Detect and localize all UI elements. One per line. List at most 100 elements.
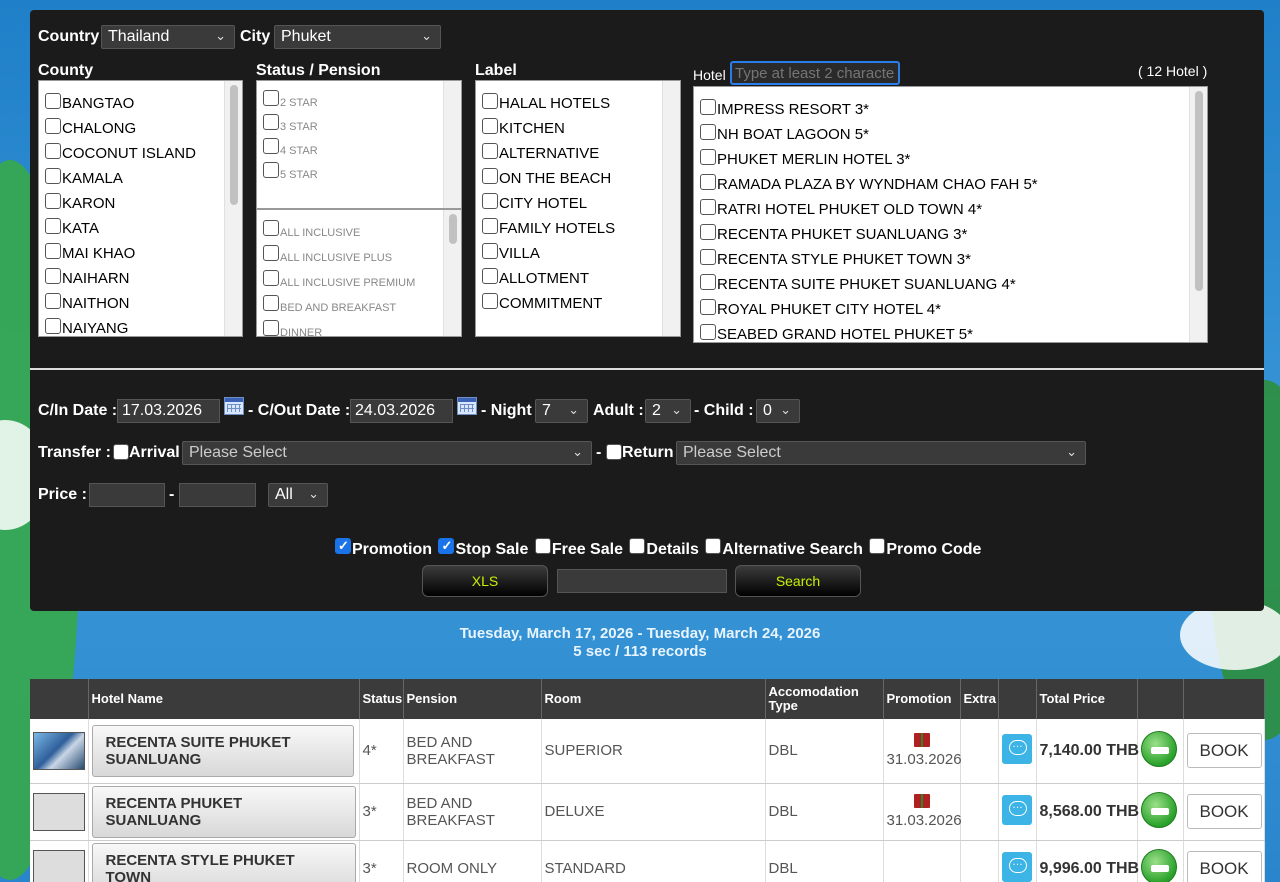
scrollbar[interactable] — [662, 81, 680, 336]
checkbox[interactable] — [263, 220, 279, 236]
list-item[interactable]: 4 STAR — [257, 133, 461, 157]
list-item[interactable]: BANGTAO — [39, 87, 242, 112]
checkbox[interactable] — [45, 243, 61, 259]
list-item[interactable]: SEABED GRAND HOTEL PHUKET 5* — [694, 318, 1207, 342]
checkbox[interactable] — [45, 168, 61, 184]
return-checkbox[interactable] — [606, 444, 622, 460]
checkbox[interactable] — [45, 293, 61, 309]
adult-select[interactable]: 2 ⌄ — [645, 399, 691, 423]
details-checkbox[interactable] — [629, 538, 646, 554]
book-button[interactable]: BOOK — [1186, 851, 1262, 882]
list-item[interactable]: BED AND BREAKFAST — [257, 289, 461, 314]
checkbox[interactable] — [263, 138, 279, 154]
alternative-search-checkbox[interactable] — [705, 538, 722, 554]
checkbox[interactable] — [263, 245, 279, 261]
child-select[interactable]: 0 ⌄ — [756, 399, 800, 423]
list-item[interactable]: RECENTA SUITE PHUKET SUANLUANG 4* — [694, 268, 1207, 293]
checkbox[interactable] — [45, 218, 61, 234]
list-item[interactable]: HALAL HOTELS — [476, 87, 680, 112]
checkbox[interactable] — [45, 318, 61, 334]
list-item[interactable]: 3 STAR — [257, 109, 461, 133]
checkbox[interactable] — [482, 168, 498, 184]
night-select[interactable]: 7 ⌄ — [535, 399, 588, 423]
list-item[interactable]: NAIYANG — [39, 312, 242, 336]
checkbox[interactable] — [45, 268, 61, 284]
list-item[interactable]: ALL INCLUSIVE — [257, 214, 461, 239]
scrollbar-thumb[interactable] — [1195, 91, 1203, 291]
checkout-date-input[interactable]: 24.03.2026 — [350, 399, 453, 423]
price-max-input[interactable] — [179, 483, 256, 507]
list-item[interactable]: NH BOAT LAGOON 5* — [694, 118, 1207, 143]
list-item[interactable]: KARON — [39, 187, 242, 212]
checkbox[interactable] — [482, 293, 498, 309]
list-item[interactable]: RECENTA PHUKET SUANLUANG 3* — [694, 218, 1207, 243]
country-select[interactable]: Thailand ⌄ — [101, 25, 235, 49]
search-button[interactable]: Search — [735, 565, 861, 597]
checkbox[interactable] — [482, 93, 498, 109]
list-item[interactable]: FAMILY HOTELS — [476, 212, 680, 237]
pension-list[interactable]: ALL INCLUSIVE ALL INCLUSIVE PLUS ALL INC… — [256, 209, 462, 337]
list-item[interactable]: NAIHARN — [39, 262, 242, 287]
checkbox[interactable] — [263, 90, 279, 106]
arrival-select[interactable]: Please Select ⌄ — [182, 441, 592, 465]
promo-code-checkbox[interactable] — [869, 538, 886, 554]
list-item[interactable]: DINNER — [257, 314, 461, 336]
hotel-thumbnail[interactable] — [33, 731, 85, 770]
message-icon[interactable] — [1001, 733, 1032, 764]
scrollbar[interactable] — [224, 81, 242, 336]
message-icon[interactable] — [1001, 794, 1032, 825]
list-item[interactable]: CHALONG — [39, 112, 242, 137]
list-item[interactable]: VILLA — [476, 237, 680, 262]
hotel-name-button[interactable]: RECENTA PHUKET SUANLUANG — [91, 785, 356, 838]
calendar-icon[interactable] — [224, 397, 244, 415]
checkbox[interactable] — [700, 324, 716, 340]
list-item[interactable]: KITCHEN — [476, 112, 680, 137]
list-item[interactable]: ALL INCLUSIVE PLUS — [257, 239, 461, 264]
list-item[interactable]: ALL INCLUSIVE PREMIUM — [257, 264, 461, 289]
checkbox[interactable] — [700, 299, 716, 315]
message-icon[interactable] — [1001, 851, 1032, 882]
hotel-list[interactable]: IMPRESS RESORT 3* NH BOAT LAGOON 5* PHUK… — [693, 86, 1208, 343]
checkbox[interactable] — [263, 270, 279, 286]
checkbox[interactable] — [45, 118, 61, 134]
scrollbar-thumb[interactable] — [230, 85, 238, 205]
checkbox[interactable] — [700, 249, 716, 265]
star-list[interactable]: 2 STAR 3 STAR 4 STAR 5 STAR — [256, 80, 462, 209]
hotel-name-button[interactable]: RECENTA STYLE PHUKET TOWN — [91, 842, 356, 882]
checkbox[interactable] — [482, 143, 498, 159]
list-item[interactable]: ALTERNATIVE — [476, 137, 680, 162]
list-item[interactable]: ALLOTMENT — [476, 262, 680, 287]
list-item[interactable]: KATA — [39, 212, 242, 237]
list-item[interactable]: COMMITMENT — [476, 287, 680, 312]
checkbox[interactable] — [482, 193, 498, 209]
checkbox[interactable] — [45, 143, 61, 159]
book-button[interactable]: BOOK — [1186, 733, 1262, 769]
checkbox[interactable] — [700, 174, 716, 190]
scrollbar[interactable] — [1189, 87, 1207, 342]
checkbox[interactable] — [482, 243, 498, 259]
hotel-name-button[interactable]: RECENTA SUITE PHUKET SUANLUANG — [91, 724, 354, 777]
checkbox[interactable] — [482, 218, 498, 234]
arrival-checkbox[interactable] — [113, 444, 129, 460]
calendar-icon[interactable] — [457, 397, 477, 415]
checkbox[interactable] — [482, 268, 498, 284]
list-item[interactable]: PHUKET MERLIN HOTEL 3* — [694, 143, 1207, 168]
checkbox[interactable] — [482, 118, 498, 134]
list-item[interactable]: RECENTA STYLE PHUKET TOWN 3* — [694, 243, 1207, 268]
list-item[interactable]: CITY HOTEL — [476, 187, 680, 212]
list-item[interactable]: 2 STAR — [257, 85, 461, 109]
scrollbar[interactable] — [443, 210, 461, 336]
list-item[interactable]: ON THE BEACH — [476, 162, 680, 187]
list-item[interactable]: ROYAL PHUKET CITY HOTEL 4* — [694, 293, 1207, 318]
label-list[interactable]: HALAL HOTELS KITCHEN ALTERNATIVE ON THE … — [475, 80, 681, 337]
checkin-date-input[interactable]: 17.03.2026 — [117, 399, 220, 423]
checkbox[interactable] — [263, 114, 279, 130]
list-item[interactable]: MAI KHAO — [39, 237, 242, 262]
stop-sale-checkbox[interactable] — [438, 538, 455, 554]
list-item[interactable]: COCONUT ISLAND — [39, 137, 242, 162]
list-item[interactable]: NAITHON — [39, 287, 242, 312]
checkbox[interactable] — [263, 295, 279, 311]
checkbox[interactable] — [45, 193, 61, 209]
hotel-search-input[interactable] — [730, 61, 900, 85]
checkbox[interactable] — [700, 199, 716, 215]
